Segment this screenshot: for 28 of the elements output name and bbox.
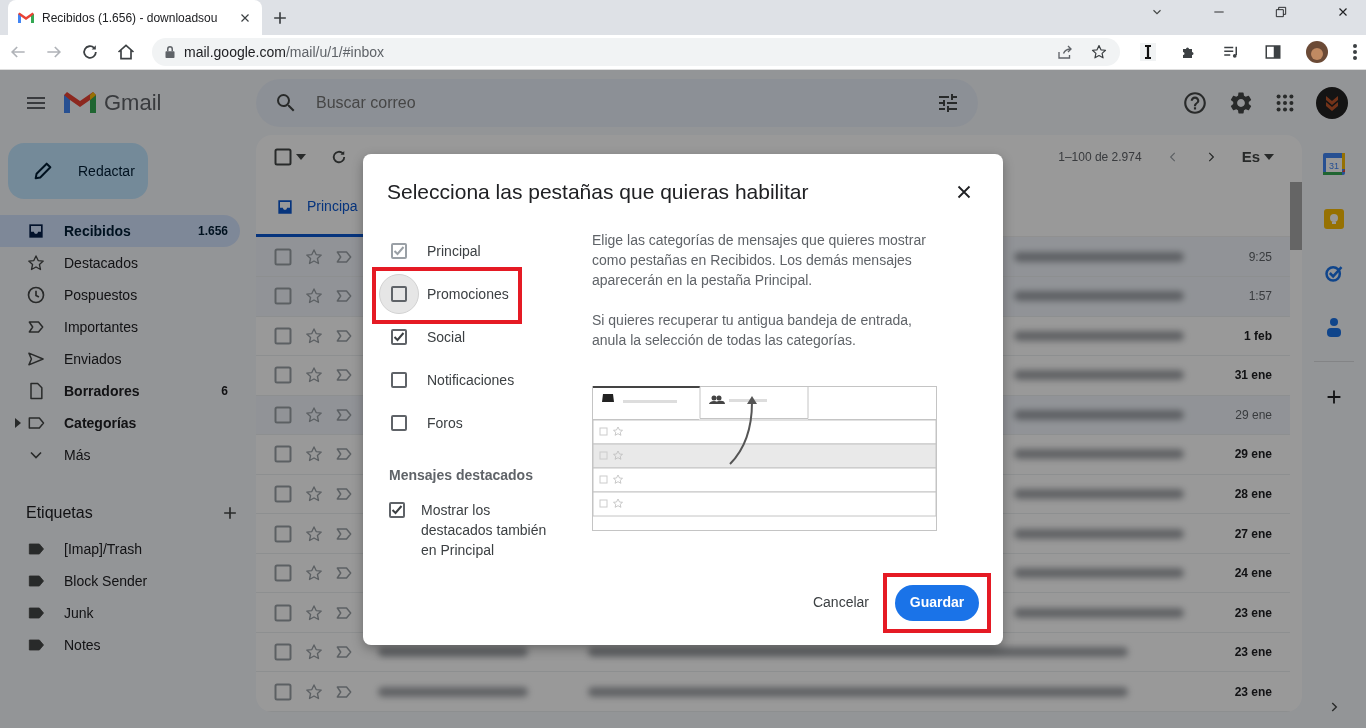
- category-label: Promociones: [427, 284, 509, 304]
- category-label: Social: [427, 327, 466, 347]
- email-date: 24 ene: [1233, 565, 1272, 583]
- category-label: Notificaciones: [427, 370, 515, 390]
- email-date: 29 ene: [1233, 446, 1272, 464]
- unread-count: 1.656: [197, 223, 228, 240]
- email-date: 9:25: [1247, 248, 1272, 266]
- email-date: 23 ene: [1233, 604, 1272, 622]
- email-date: 1:57: [1247, 288, 1272, 306]
- category-label: Foros: [427, 413, 463, 433]
- email-date: 23 ene: [1233, 644, 1272, 662]
- description-text: Elige las categorías de mensajes que quieres mostrar como pestañas en Recibidos. Los demás mensajes aparecerán en la pestaña Principal.: [592, 230, 927, 290]
- email-date: 28 ene: [1233, 486, 1272, 503]
- pagination-text: 1–100 de 2.974: [1058, 149, 1142, 167]
- email-date: 27 ene: [1233, 525, 1272, 543]
- section-title: Etiquetas: [26, 503, 93, 523]
- email-date: 31 ene: [1233, 367, 1272, 385]
- option-label: Mostrar los destacados también en Principal: [421, 500, 548, 560]
- email-date: 23 ene: [1233, 683, 1272, 701]
- email-date: 29 ene: [1234, 406, 1272, 424]
- unread-count: 6: [221, 383, 228, 400]
- description-text: Si quieres recuperar tu antigua bandeja de entrada, anula la selección de todas las categorías.: [592, 310, 913, 350]
- section-title: Mensajes destacados: [389, 465, 534, 485]
- app-name: Gmail: [104, 89, 162, 117]
- email-date: 1 feb: [1243, 327, 1272, 345]
- tab-title: Recibidos (1.656) - downloadsou: [42, 9, 219, 27]
- category-label: Principal: [427, 241, 481, 261]
- dialog-title: Selecciona las pestañas que quieras habilitar: [387, 179, 809, 205]
